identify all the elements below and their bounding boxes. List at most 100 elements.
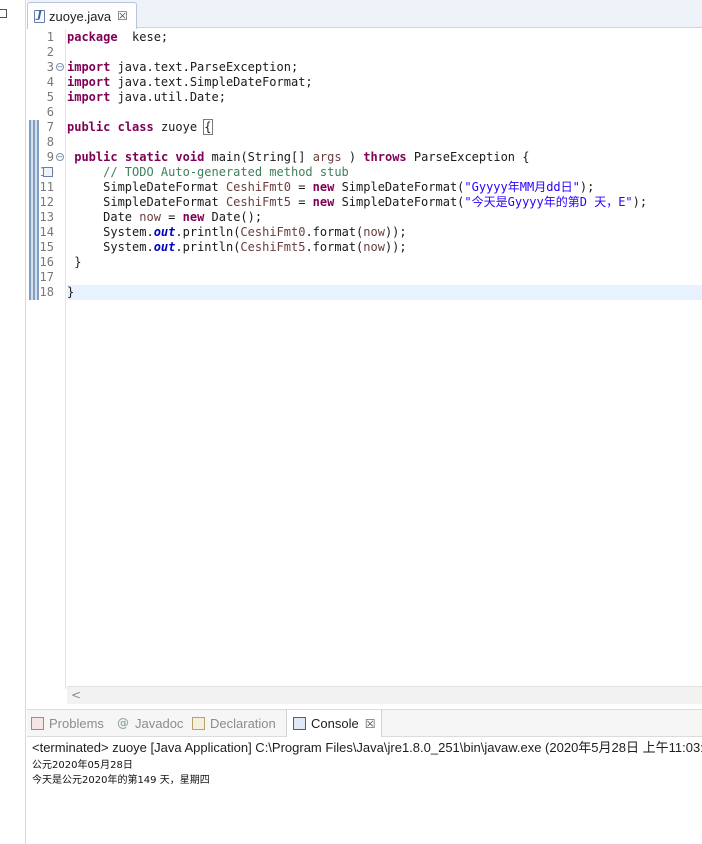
code-token: now	[139, 210, 161, 224]
code-line[interactable]: SimpleDateFormat CeshiFmt5 = new SimpleD…	[67, 195, 702, 210]
code-token: args	[312, 150, 342, 164]
code-token: .println(	[175, 225, 241, 239]
change-marker	[29, 195, 39, 210]
console-view[interactable]: <terminated> zuoye [Java Application] C:…	[27, 737, 702, 844]
code-token: );	[579, 180, 595, 194]
tab-console[interactable]: Console ☒	[286, 710, 383, 737]
code-token: Date	[67, 210, 140, 224]
code-line[interactable]: Date now = new Date();	[67, 210, 702, 225]
change-marker	[29, 285, 39, 300]
code-token: out	[153, 240, 176, 254]
code-token: CeshiFmt5	[240, 240, 306, 254]
change-marker	[29, 210, 39, 225]
code-line[interactable]: System.out.println(CeshiFmt5.format(now)…	[67, 240, 702, 255]
fold-toggle-icon[interactable]: −	[56, 153, 64, 161]
code-line[interactable]: package kese;	[67, 30, 702, 45]
code-token: ));	[384, 240, 407, 254]
code-token: java.text.ParseException;	[110, 60, 299, 74]
javadoc-icon: @	[117, 716, 129, 730]
code-token: SimpleDateFormat(	[334, 180, 465, 194]
code-token: Date();	[204, 210, 263, 224]
code-token: kese;	[117, 30, 169, 44]
line-number: 6	[46, 105, 54, 119]
tab-declaration[interactable]: Declaration	[192, 710, 276, 737]
code-line[interactable]: import java.text.SimpleDateFormat;	[67, 75, 702, 90]
horizontal-scrollbar[interactable]: <	[67, 686, 702, 704]
restore-icon[interactable]	[0, 9, 7, 18]
code-token: class	[117, 120, 154, 134]
code-token: void	[175, 150, 205, 164]
change-marker	[29, 180, 39, 195]
code-line[interactable]: }	[67, 285, 702, 300]
code-editor[interactable]: 123−456789−101112131415161718 package ke…	[27, 29, 702, 705]
code-token: .format(	[305, 225, 364, 239]
code-line[interactable]: import java.text.ParseException;	[67, 60, 702, 75]
console-icon	[293, 717, 306, 730]
scroll-left-icon[interactable]: <	[71, 688, 81, 702]
bottom-tab-bar: Problems @ Javadoc Declaration Console ☒	[27, 709, 702, 737]
code-token: =	[290, 180, 313, 194]
code-line[interactable]: public static void main(String[] args ) …	[67, 150, 702, 165]
tab-label: Console	[311, 716, 359, 731]
change-marker	[29, 165, 39, 180]
code-token: new	[312, 180, 335, 194]
close-icon[interactable]: ☒	[117, 9, 128, 23]
code-token: public	[67, 120, 111, 134]
code-area[interactable]: package kese; import java.text.ParseExcep…	[67, 29, 702, 689]
code-token: .format(	[305, 240, 364, 254]
code-line[interactable]: }	[67, 255, 702, 270]
code-line[interactable]	[67, 270, 702, 285]
code-line[interactable]	[67, 105, 702, 120]
code-line[interactable]: SimpleDateFormat CeshiFmt0 = new SimpleD…	[67, 180, 702, 195]
tab-javadoc[interactable]: @ Javadoc	[117, 710, 183, 737]
code-token: =	[290, 195, 313, 209]
editor-tab-label: zuoye.java	[49, 8, 112, 24]
task-marker-icon[interactable]	[43, 167, 53, 177]
code-token: );	[632, 195, 648, 209]
code-token: }	[67, 255, 82, 269]
code-line[interactable]: System.out.println(CeshiFmt0.format(now)…	[67, 225, 702, 240]
left-panel-strip	[0, 0, 26, 844]
code-token: java.text.SimpleDateFormat;	[110, 75, 313, 89]
code-token: now	[363, 240, 385, 254]
code-line[interactable]: import java.util.Date;	[67, 90, 702, 105]
code-token: java.util.Date;	[110, 90, 226, 104]
code-line[interactable]	[67, 45, 702, 60]
problems-icon	[31, 717, 44, 730]
code-token: out	[153, 225, 176, 239]
code-token: CeshiFmt0	[225, 180, 291, 194]
code-token: CeshiFmt0	[240, 225, 306, 239]
code-token: SimpleDateFormat(	[334, 195, 465, 209]
tab-problems[interactable]: Problems	[31, 710, 104, 737]
code-token: {	[203, 119, 213, 135]
code-token: import	[67, 75, 111, 89]
code-line[interactable]: public class zuoye {	[67, 119, 702, 135]
line-number: 18	[39, 285, 54, 299]
code-line[interactable]	[67, 135, 702, 150]
editor-tab-zuoye[interactable]: zuoye.java ☒	[27, 2, 137, 29]
line-number: 5	[46, 90, 54, 104]
line-number: 4	[46, 75, 54, 89]
line-number: 16	[39, 255, 54, 269]
code-token: SimpleDateFormat	[67, 180, 226, 194]
code-token: now	[363, 225, 385, 239]
close-icon[interactable]: ☒	[365, 717, 376, 731]
code-token: =	[160, 210, 183, 224]
code-token: main(String[]	[204, 150, 313, 164]
java-file-icon	[34, 9, 45, 23]
code-token: new	[312, 195, 335, 209]
code-line[interactable]: // TODO Auto-generated method stub	[67, 165, 702, 180]
declaration-icon	[192, 717, 205, 730]
line-number: 7	[46, 120, 54, 134]
fold-toggle-icon[interactable]: −	[56, 63, 64, 71]
code-token: CeshiFmt5	[225, 195, 291, 209]
code-token: static	[124, 150, 169, 164]
code-token: new	[182, 210, 205, 224]
code-token: // TODO Auto-generated method stub	[103, 165, 349, 179]
console-output-line: 今天是公元2020年的第149 天，星期四	[32, 775, 210, 786]
change-marker	[29, 255, 39, 270]
line-number: 2	[46, 45, 54, 59]
line-number: 13	[39, 210, 54, 224]
code-token: SimpleDateFormat	[67, 195, 226, 209]
